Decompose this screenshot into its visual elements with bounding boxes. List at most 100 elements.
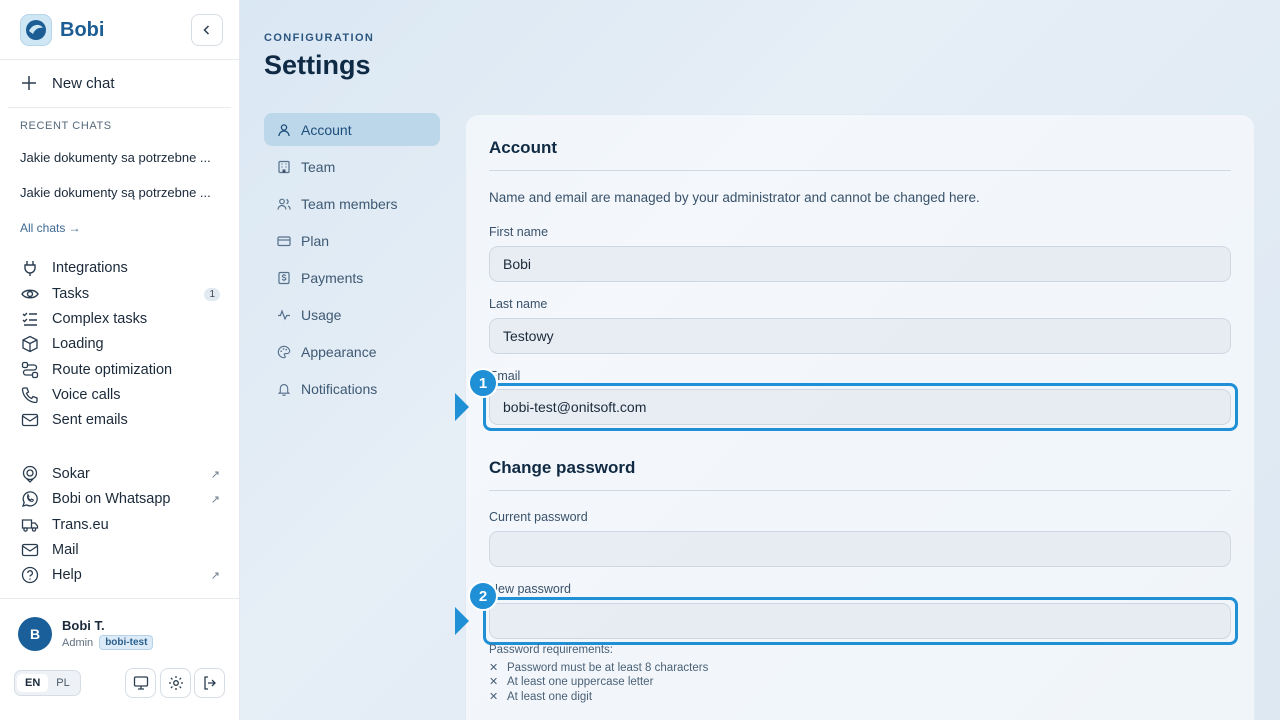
new-chat-button[interactable]: New chat [20, 72, 115, 94]
sidebar-item-label: Integrations [52, 260, 128, 276]
settings-tab-payments[interactable]: Payments [264, 261, 440, 294]
sidebar-item-sent-emails[interactable]: Sent emails [20, 409, 220, 431]
page-eyebrow: CONFIGURATION [264, 32, 375, 44]
settings-tab-team-members[interactable]: Team members [264, 187, 440, 220]
password-requirements-title: Password requirements: [489, 644, 613, 656]
building-icon [276, 159, 292, 175]
sidebar-item-label: Bobi on Whatsapp [52, 491, 171, 507]
mail-icon [20, 410, 40, 430]
sidebar-link-whatsapp[interactable]: Bobi on Whatsapp ↗ [20, 488, 220, 510]
last-name-field[interactable]: Testowy [489, 318, 1231, 354]
last-name-label: Last name [489, 297, 548, 311]
settings-tab-label: Appearance [301, 343, 377, 360]
highlight-arrow [455, 393, 469, 421]
x-icon: ✕ [489, 662, 499, 674]
card-icon [276, 233, 292, 249]
sidebar-link-trans-eu[interactable]: Trans.eu [20, 514, 220, 536]
settings-button[interactable] [160, 668, 191, 698]
settings-tab-label: Team [301, 158, 336, 175]
new-chat-label: New chat [52, 74, 115, 92]
change-password-heading: Change password [489, 458, 636, 477]
logout-icon [203, 676, 216, 690]
settings-tab-team[interactable]: Team [264, 150, 440, 183]
sokar-icon [20, 464, 40, 484]
phone-icon [20, 385, 40, 405]
sidebar-item-label: Loading [52, 336, 104, 352]
sidebar-item-label: Tasks [52, 286, 90, 302]
settings-tab-usage[interactable]: Usage [264, 298, 440, 331]
sidebar-item-loading[interactable]: Loading [20, 333, 220, 355]
route-icon [20, 360, 40, 380]
sidebar-link-mail[interactable]: Mail [20, 539, 220, 561]
lang-pl-button[interactable]: PL [48, 674, 77, 692]
user-profile[interactable]: B Bobi T. Admin bobi-test [18, 617, 154, 651]
sidebar-item-integrations[interactable]: Integrations [20, 257, 220, 279]
monitor-icon [133, 676, 148, 690]
bell-icon [276, 381, 292, 397]
x-icon: ✕ [489, 691, 499, 703]
user-role: Admin [62, 636, 94, 649]
sidebar-item-voice-calls[interactable]: Voice calls [20, 384, 220, 406]
lang-en-button[interactable]: EN [17, 674, 49, 692]
mail-icon [20, 540, 40, 560]
settings-tab-account[interactable]: Account [264, 113, 440, 146]
recent-chat-item[interactable]: Jakie dokumenty są potrzebne ... [20, 185, 220, 200]
sidebar: Bobi New chat RECENT CHATS Jakie dokumen… [0, 0, 240, 720]
settings-tab-plan[interactable]: Plan [264, 224, 440, 257]
x-icon: ✕ [489, 676, 499, 688]
sidebar-item-tasks[interactable]: Tasks 1 [20, 283, 220, 305]
chevron-left-icon [203, 25, 210, 35]
sidebar-item-label: Help [52, 567, 82, 583]
highlight-marker: 1 [468, 368, 498, 398]
list-check-icon [20, 309, 40, 329]
dollar-icon [276, 270, 292, 286]
help-icon [20, 565, 40, 585]
highlight-ring [483, 383, 1238, 431]
avatar: B [18, 617, 52, 651]
current-password-field[interactable] [489, 531, 1231, 567]
settings-tab-appearance[interactable]: Appearance [264, 335, 440, 368]
box-icon [20, 334, 40, 354]
collapse-sidebar-button[interactable] [191, 14, 223, 46]
password-requirement: ✕ At least one uppercase letter [489, 675, 654, 689]
password-requirement: ✕ Password must be at least 8 characters [489, 661, 708, 675]
recent-chat-item[interactable]: Jakie dokumenty sa potrzebne ... [20, 150, 220, 165]
sidebar-item-route-optimization[interactable]: Route optimization [20, 359, 220, 381]
tasks-count-badge: 1 [204, 287, 220, 301]
password-requirement: ✕ At least one digit [489, 690, 592, 704]
logout-button[interactable] [194, 668, 225, 698]
external-link-icon: ↗ [210, 493, 220, 506]
display-button[interactable] [125, 668, 156, 698]
settings-tab-notifications[interactable]: Notifications [264, 372, 440, 405]
whatsapp-icon [20, 489, 40, 509]
new-password-label: New password [489, 582, 571, 596]
settings-tab-label: Payments [301, 269, 364, 286]
brand[interactable]: Bobi [20, 14, 104, 46]
sidebar-item-label: Trans.eu [52, 517, 109, 533]
sidebar-item-label: Mail [52, 542, 79, 558]
eye-icon [20, 284, 40, 304]
sidebar-item-label: Voice calls [52, 387, 121, 403]
plus-icon [22, 76, 36, 90]
requirement-text: At least one uppercase letter [507, 675, 654, 688]
account-heading: Account [489, 138, 557, 157]
settings-tab-label: Plan [301, 232, 330, 249]
divider [0, 598, 240, 599]
brand-name: Bobi [60, 18, 105, 41]
sidebar-item-label: Sent emails [52, 412, 128, 428]
highlight-ring [483, 597, 1238, 645]
highlight-arrow [455, 607, 469, 635]
divider [489, 170, 1231, 171]
sidebar-item-label: Sokar [52, 466, 90, 482]
sidebar-item-complex-tasks[interactable]: Complex tasks [20, 308, 220, 330]
external-link-icon: ↗ [210, 468, 220, 481]
sidebar-link-help[interactable]: Help ↗ [20, 564, 220, 586]
sidebar-link-sokar[interactable]: Sokar ↗ [20, 463, 220, 485]
first-name-field[interactable]: Bobi [489, 246, 1231, 282]
external-link-icon: ↗ [210, 569, 220, 582]
activity-icon [276, 307, 292, 323]
all-chats-link[interactable]: All chats → [20, 221, 81, 235]
user-icon [276, 122, 292, 138]
divider [0, 59, 240, 60]
divider [8, 107, 231, 108]
